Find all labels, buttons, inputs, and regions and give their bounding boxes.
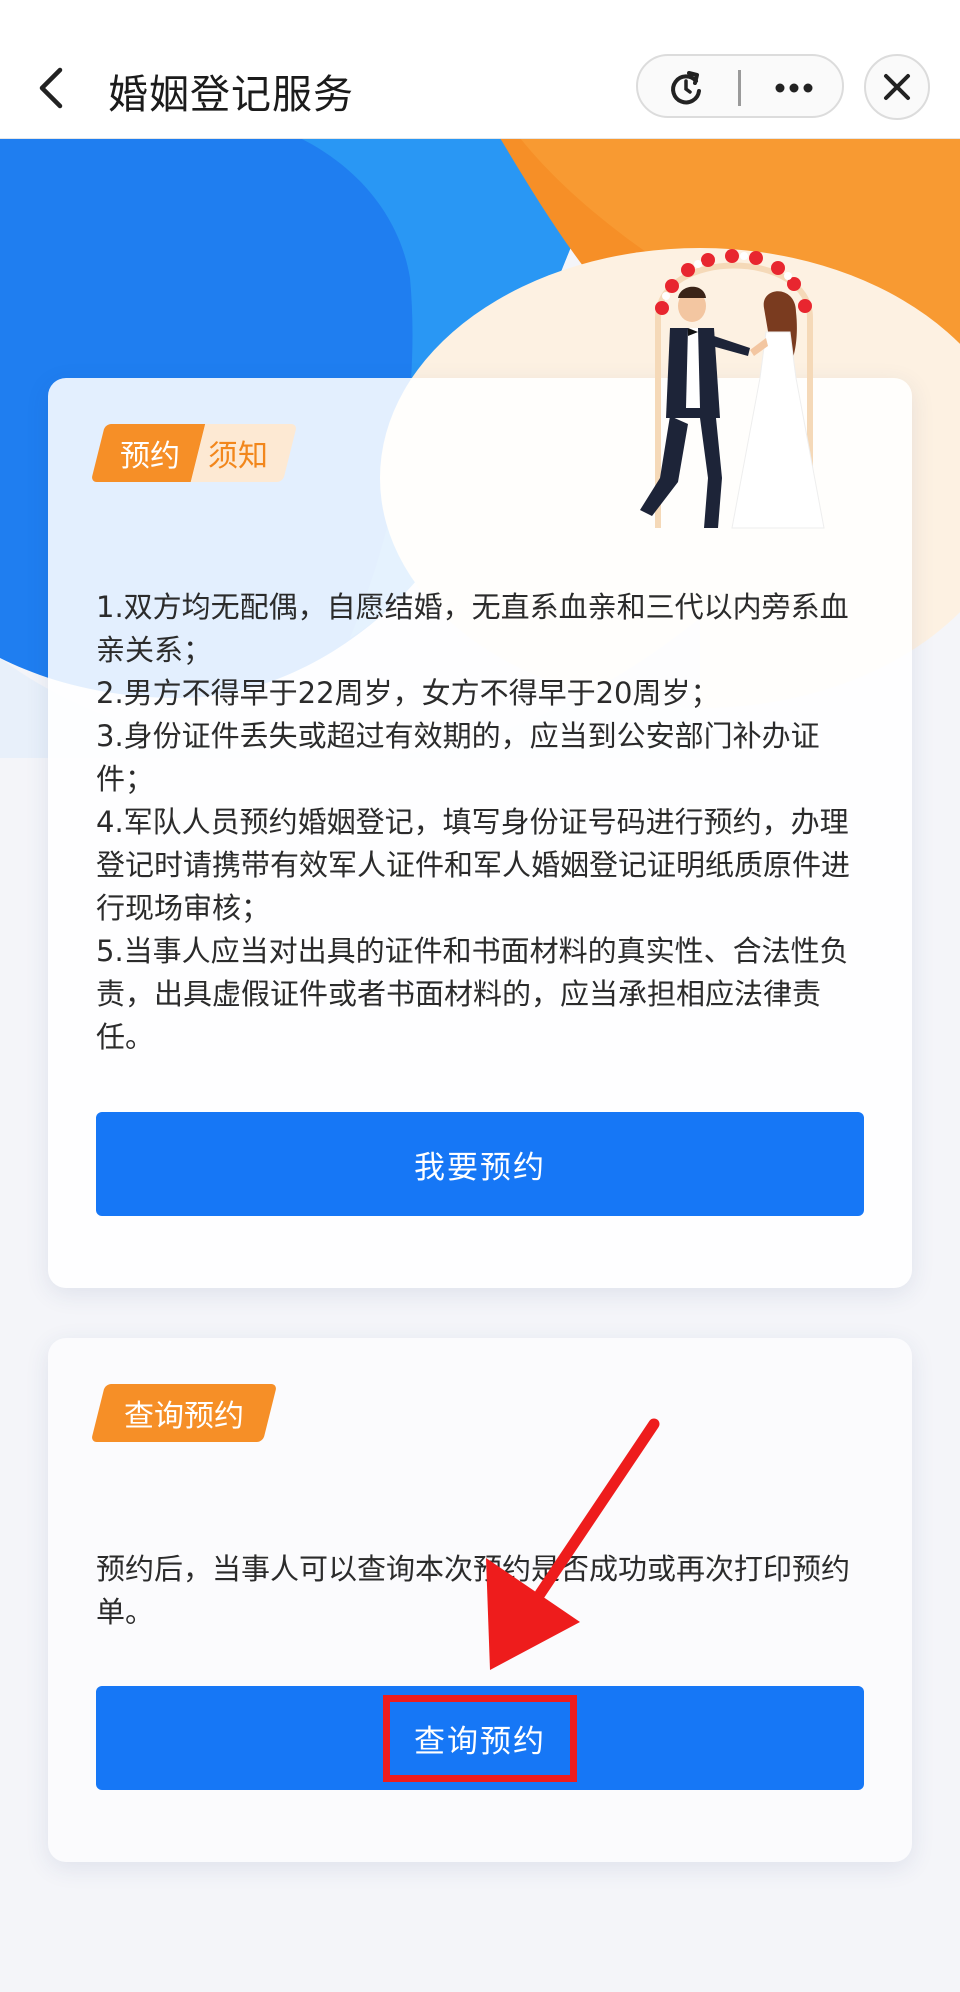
notice-list: 1.双方均无配偶，自愿结婚，无直系血亲和三代以内旁系血亲关系； 2.男方不得早于… <box>96 586 876 1059</box>
page: 预约 须知 1.双方均无配偶，自愿结婚，无直系血亲和三代以内旁系血亲关系； 2.… <box>0 0 960 1992</box>
close-icon <box>884 74 910 100</box>
status-bar <box>0 0 960 40</box>
notice-item: 2.男方不得早于22周岁，女方不得早于20周岁； <box>96 676 720 710</box>
notice-tag: 预约 须知 <box>90 424 298 482</box>
make-appointment-label: 我要预约 <box>414 1149 546 1186</box>
notice-tag-part2: 须知 <box>190 424 298 482</box>
query-appointment-button[interactable]: 查询预约 <box>96 1686 864 1790</box>
query-tag: 查询预约 <box>90 1384 278 1442</box>
notice-item: 5.当事人应当对出具的证件和书面材料的真实性、合法性负责，出具虚假证件或者书面材… <box>96 934 849 1054</box>
notice-item: 1.双方均无配偶，自愿结婚，无直系血亲和三代以内旁系血亲关系； <box>96 590 849 667</box>
chevron-left-icon <box>39 67 63 109</box>
notice-item: 3.身份证件丢失或超过有效期的，应当到公安部门补办证件； <box>96 719 820 796</box>
refresh-button[interactable] <box>664 66 708 110</box>
query-tag-label: 查询预约 <box>90 1384 278 1442</box>
notice-item: 4.军队人员预约婚姻登记，填写身份证号码进行预约，办理登记时请携带有效军人证件和… <box>96 805 851 925</box>
nav-header: 婚姻登记服务 <box>0 40 960 139</box>
close-button[interactable] <box>864 54 930 120</box>
capsule-divider <box>738 70 741 106</box>
query-appointment-label: 查询预约 <box>383 1694 577 1782</box>
page-title: 婚姻登记服务 <box>108 72 354 118</box>
back-button[interactable] <box>22 58 82 118</box>
query-description: 预约后，当事人可以查询本次预约是否成功或再次打印预约单。 <box>96 1552 851 1629</box>
mini-program-capsule <box>636 54 844 118</box>
refresh-icon <box>671 71 701 105</box>
more-dots-icon <box>775 83 813 93</box>
make-appointment-button[interactable]: 我要预约 <box>96 1112 864 1216</box>
notice-tag-part1: 预约 <box>90 424 206 482</box>
more-button[interactable] <box>768 66 820 110</box>
wedding-couple-illustration <box>640 249 825 529</box>
